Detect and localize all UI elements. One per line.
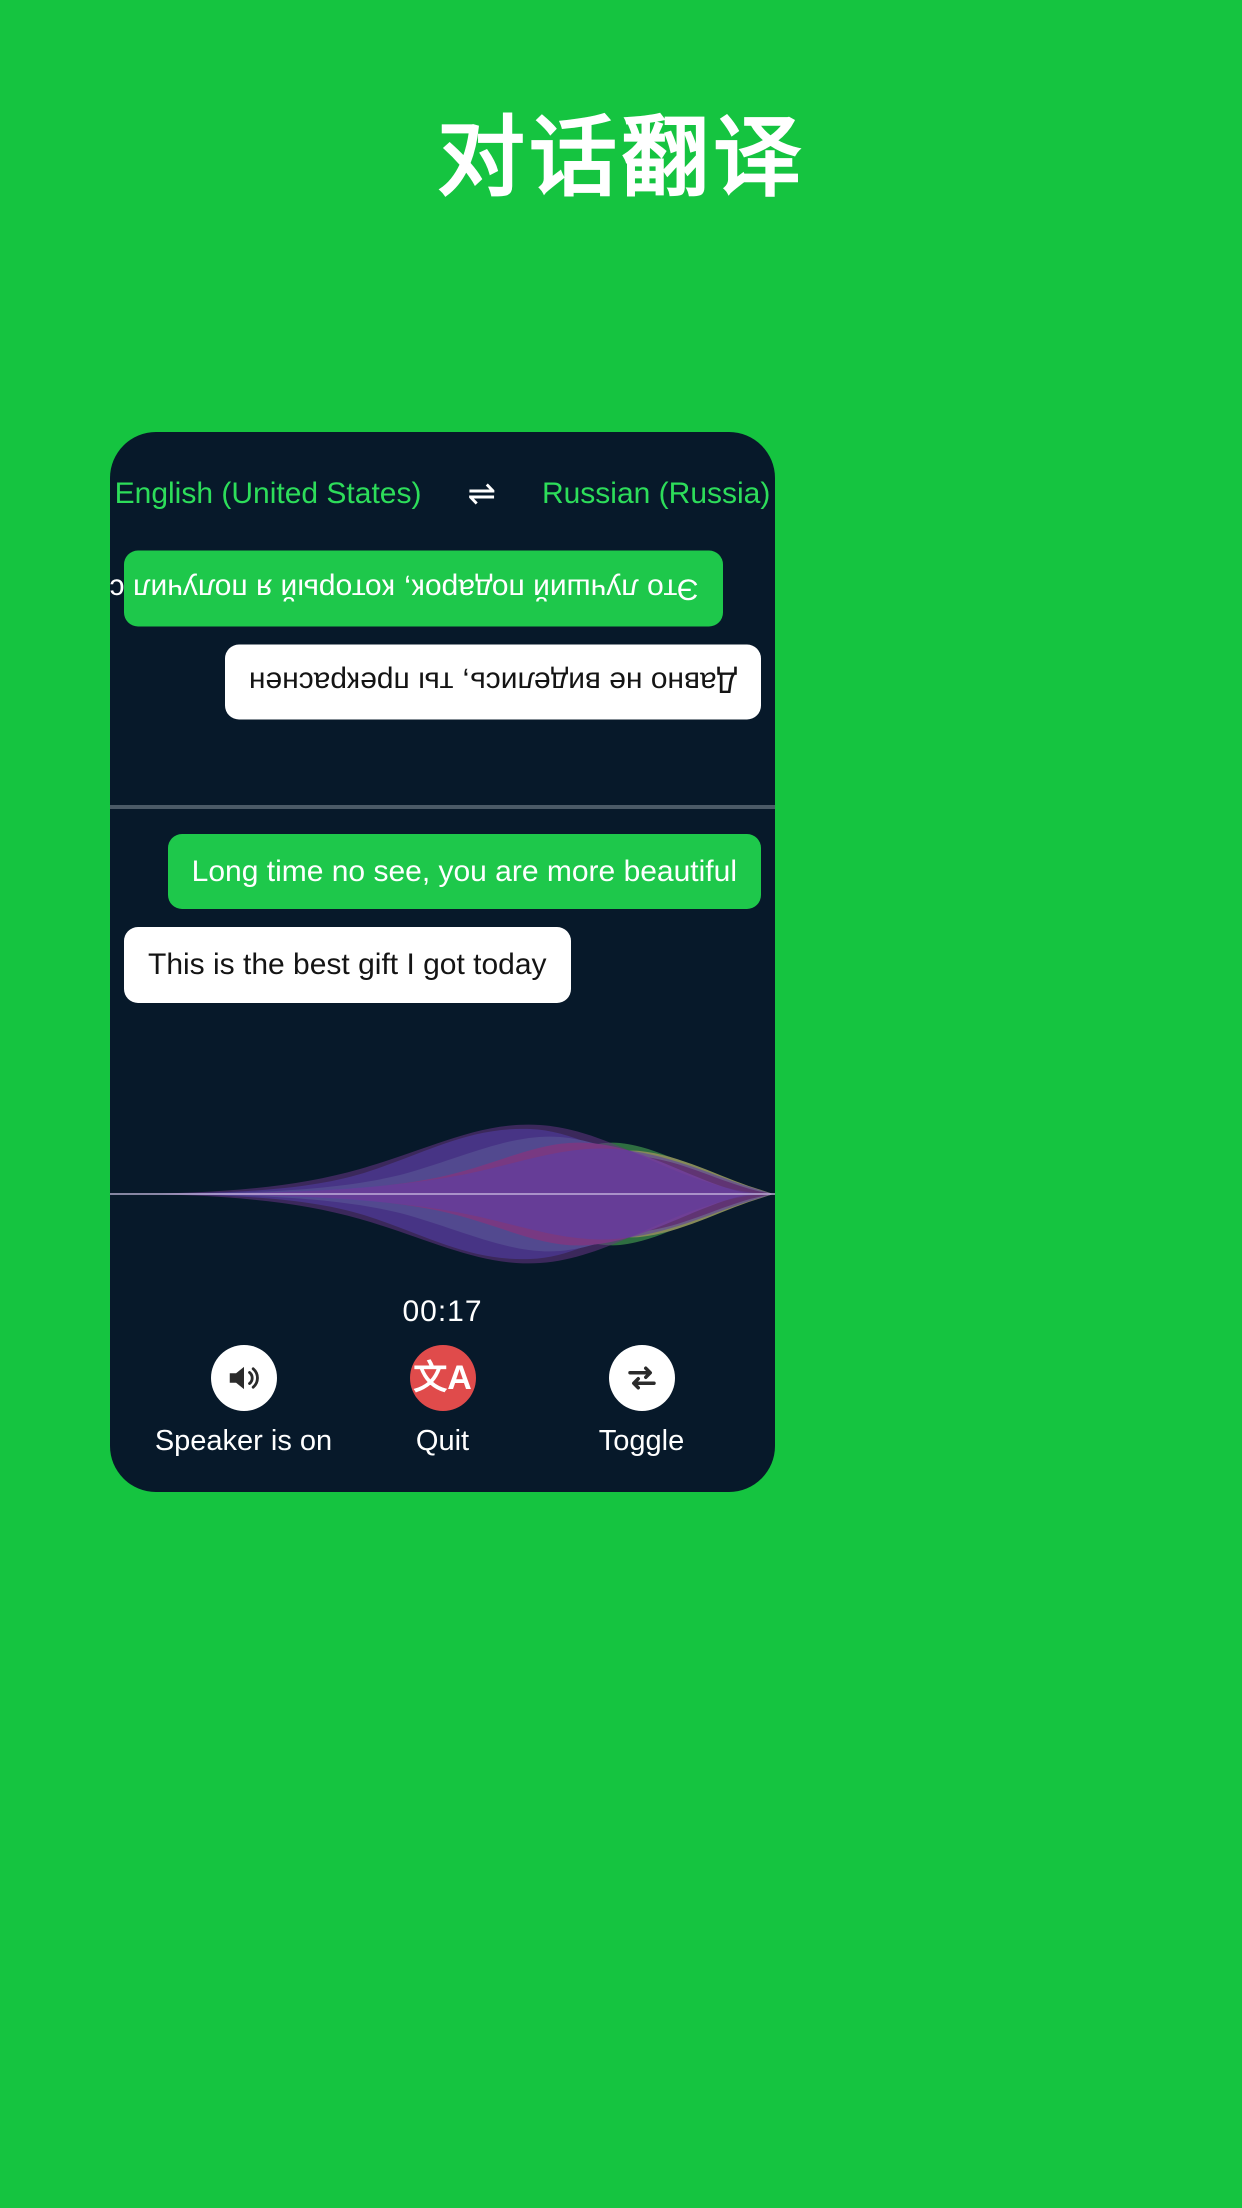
message-bubble-green[interactable]: Long time no see, you are more beautiful: [167, 833, 761, 909]
translate-glyph: 文A: [413, 1359, 472, 1397]
swap-horizontal-icon[interactable]: ⇌: [467, 477, 496, 511]
device-frame: English (United States) ⇌ Russian (Russi…: [110, 432, 775, 1492]
speaker-toggle-button[interactable]: Speaker is on: [144, 1345, 343, 1458]
message-bubble-green[interactable]: Это лучший подарок, который я получил се…: [110, 551, 723, 627]
translate-icon[interactable]: 文A: [409, 1345, 476, 1411]
language-bar: English (United States) ⇌ Russian (Russi…: [110, 432, 775, 538]
toggle-label: Toggle: [598, 1425, 685, 1457]
speaker-toggle-label: Speaker is on: [154, 1425, 333, 1457]
message-bubble-white[interactable]: Давно не виделись, ты прекраснен: [224, 644, 761, 720]
message-row: This is the best gift I got today: [124, 927, 761, 1003]
recording-timer: 00:17: [402, 1295, 483, 1328]
page-title: 对话翻译: [436, 108, 805, 207]
source-language-selector[interactable]: English (United States): [115, 477, 422, 511]
conversation-pane-bottom: Long time no see, you are more beautiful…: [110, 809, 775, 1100]
toggle-button[interactable]: Toggle: [542, 1345, 741, 1458]
repeat-swap-icon[interactable]: [608, 1345, 675, 1411]
message-row: Long time no see, you are more beautiful: [124, 833, 761, 909]
conversation-pane-top: Давно не виделись, ты прекраснен Это луч…: [110, 538, 775, 805]
quit-label: Quit: [415, 1425, 470, 1457]
speaker-on-icon[interactable]: [210, 1345, 277, 1411]
message-row: Это лучший подарок, который я получил се…: [110, 551, 761, 627]
message-bubble-white[interactable]: This is the best gift I got today: [124, 927, 571, 1003]
message-row: Давно не виделись, ты прекраснен: [124, 644, 761, 720]
audio-waveform: [110, 1099, 775, 1289]
quit-button[interactable]: 文A Quit: [343, 1345, 542, 1458]
bottom-controls: Speaker is on 文A Quit Toggle: [110, 1333, 775, 1492]
target-language-selector[interactable]: Russian (Russia): [542, 477, 770, 511]
